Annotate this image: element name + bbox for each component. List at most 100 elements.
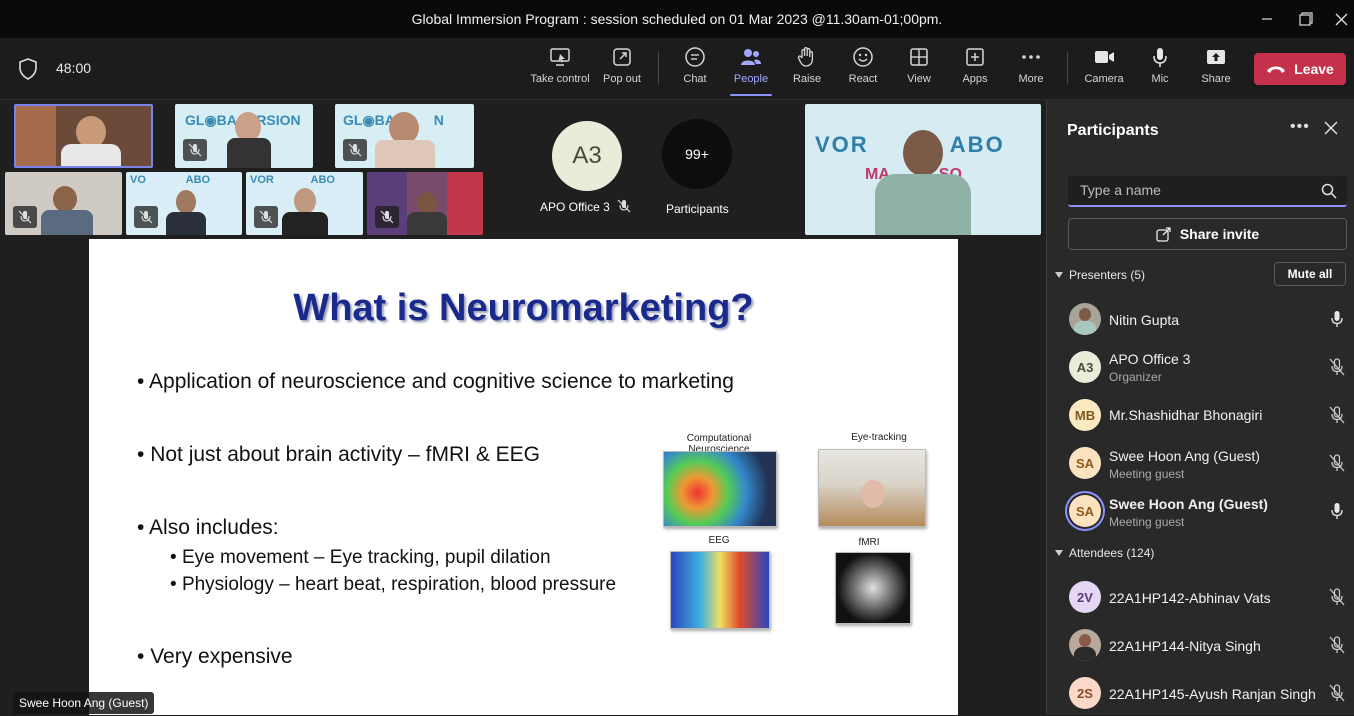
- take-control-label: Take control: [530, 73, 590, 85]
- more-label: More: [1018, 73, 1044, 85]
- video-tile-participant[interactable]: VO ABO: [126, 172, 242, 235]
- video-tile-participant[interactable]: [5, 172, 122, 235]
- video-tile-presenter[interactable]: VOR ABO MA SQ: [805, 104, 1041, 235]
- shield-icon: [19, 58, 37, 80]
- window-title: Global Immersion Program : session sched…: [411, 11, 943, 27]
- react-button[interactable]: React: [846, 46, 880, 94]
- participant-role: Meeting guest: [1109, 515, 1185, 529]
- video-stage: GL◉BA RSION GL◉BA N VO ABO VOR ABO A3 AP…: [0, 100, 1046, 715]
- participant-row[interactable]: Nitin Gupta: [1047, 296, 1354, 342]
- share-button[interactable]: Share: [1200, 46, 1232, 94]
- pop-out-icon: [613, 48, 631, 66]
- mic-off-icon: [139, 210, 153, 224]
- video-tile-self[interactable]: [14, 104, 153, 168]
- search-icon[interactable]: [1321, 183, 1337, 199]
- participant-name: Mr.Shashidhar Bhonagiri: [1109, 407, 1263, 423]
- share-invite-icon: [1156, 227, 1171, 242]
- participant-row[interactable]: SA Swee Hoon Ang (Guest) Meeting guest: [1047, 440, 1354, 486]
- presenter-nameplate: Swee Hoon Ang (Guest): [13, 692, 155, 714]
- slide-bullet: • Application of neuroscience and cognit…: [137, 370, 734, 393]
- title-bar: Global Immersion Program : session sched…: [0, 0, 1354, 38]
- view-button[interactable]: View: [903, 46, 935, 94]
- muted-badge: [183, 139, 207, 161]
- participant-row[interactable]: 2V 22A1HP142-Abhinav Vats: [1047, 574, 1354, 620]
- mic-off-icon: [188, 143, 202, 157]
- participant-name: Nitin Gupta: [1109, 312, 1180, 328]
- chat-label: Chat: [683, 73, 707, 85]
- participants-count: 99+: [685, 146, 709, 162]
- take-control-icon: [550, 48, 570, 66]
- search-input[interactable]: [1080, 182, 1310, 198]
- muted-badge: [134, 206, 158, 228]
- close-icon: [1335, 13, 1347, 25]
- meeting-toolbar: 48:00 Take control Pop out Chat People R…: [0, 38, 1354, 100]
- muted-badge: [254, 206, 278, 228]
- attendees-section-toggle[interactable]: Attendees (124): [1055, 546, 1154, 560]
- share-invite-button[interactable]: Share invite: [1068, 218, 1347, 250]
- leave-label: Leave: [1294, 61, 1334, 77]
- take-control-button[interactable]: Take control: [529, 46, 591, 94]
- muted-badge: [13, 206, 37, 228]
- raise-label: Raise: [792, 73, 822, 85]
- presenters-section-toggle[interactable]: Presenters (5): [1055, 268, 1145, 282]
- chevron-down-icon: [1055, 550, 1063, 556]
- avatar: 2V: [1069, 581, 1101, 613]
- slide-title: What is Neuromarketing?: [293, 287, 754, 329]
- people-icon: [741, 49, 761, 65]
- close-window-button[interactable]: [1318, 0, 1354, 38]
- mic-icon: [1331, 503, 1343, 519]
- participant-row[interactable]: MB Mr.Shashidhar Bhonagiri: [1047, 392, 1354, 438]
- figure-caption: fMRI: [858, 537, 880, 548]
- close-icon[interactable]: [1323, 120, 1339, 136]
- figure-caption: Eye-tracking: [851, 432, 907, 443]
- participant-role: Meeting guest: [1109, 467, 1185, 481]
- chat-button[interactable]: Chat: [679, 46, 711, 94]
- camera-label: Camera: [1084, 73, 1124, 85]
- participant-row[interactable]: SA Swee Hoon Ang (Guest) Meeting guest: [1047, 488, 1354, 534]
- fmri-figure: [835, 552, 911, 624]
- avatar: A3: [1069, 351, 1101, 383]
- participant-name: Swee Hoon Ang (Guest): [1109, 448, 1260, 464]
- avatar: SA: [1069, 447, 1101, 479]
- people-button[interactable]: People: [730, 46, 772, 96]
- video-tile-participant[interactable]: GL◉BA N: [335, 104, 474, 168]
- participant-name: Swee Hoon Ang (Guest): [1109, 496, 1268, 512]
- participants-overflow-button[interactable]: 99+: [662, 119, 732, 189]
- participant-row[interactable]: A3 APO Office 3 Organizer: [1047, 344, 1354, 390]
- video-tile-participant[interactable]: [367, 172, 483, 235]
- organizer-initials: A3: [572, 142, 602, 169]
- mute-all-button[interactable]: Mute all: [1274, 262, 1346, 286]
- view-icon: [910, 48, 928, 66]
- react-icon: [853, 47, 873, 67]
- participant-row[interactable]: 2S 22A1HP145-Ayush Ranjan Singh: [1047, 670, 1354, 716]
- camera-button[interactable]: Camera: [1084, 46, 1124, 94]
- muted-badge: [343, 139, 367, 161]
- organizer-name: APO Office 3: [540, 200, 610, 214]
- raise-hand-icon: [797, 47, 814, 67]
- mic-button[interactable]: Mic: [1146, 46, 1174, 94]
- pop-out-label: Pop out: [603, 73, 641, 85]
- raise-hand-button[interactable]: Raise: [790, 46, 824, 94]
- mic-off-icon: [1329, 406, 1345, 424]
- apps-button[interactable]: Apps: [959, 46, 991, 94]
- slide-bullet: • Very expensive: [137, 645, 293, 668]
- meeting-timer: 48:00: [56, 60, 92, 76]
- participant-role: Organizer: [1109, 370, 1162, 384]
- video-tile-participant[interactable]: VOR ABO: [246, 172, 363, 235]
- participant-name: 22A1HP144-Nitya Singh: [1109, 638, 1261, 654]
- mic-off-icon: [617, 199, 631, 213]
- eeg-figure: [670, 551, 770, 629]
- avatar: MB: [1069, 399, 1101, 431]
- avatar: [1069, 629, 1101, 661]
- mic-off-icon: [1329, 636, 1345, 654]
- panel-more-button[interactable]: •••: [1290, 118, 1310, 136]
- more-button[interactable]: More: [1015, 46, 1047, 94]
- more-icon: [1022, 55, 1040, 59]
- avatar: SA: [1069, 495, 1101, 527]
- leave-button[interactable]: Leave: [1254, 53, 1346, 85]
- participant-row[interactable]: 22A1HP144-Nitya Singh: [1047, 622, 1354, 668]
- pop-out-button[interactable]: Pop out: [600, 46, 644, 94]
- participants-panel: Participants ••• Share invite Presenters…: [1046, 100, 1354, 715]
- organizer-avatar[interactable]: A3: [552, 121, 622, 191]
- video-tile-participant[interactable]: GL◉BA RSION: [175, 104, 313, 168]
